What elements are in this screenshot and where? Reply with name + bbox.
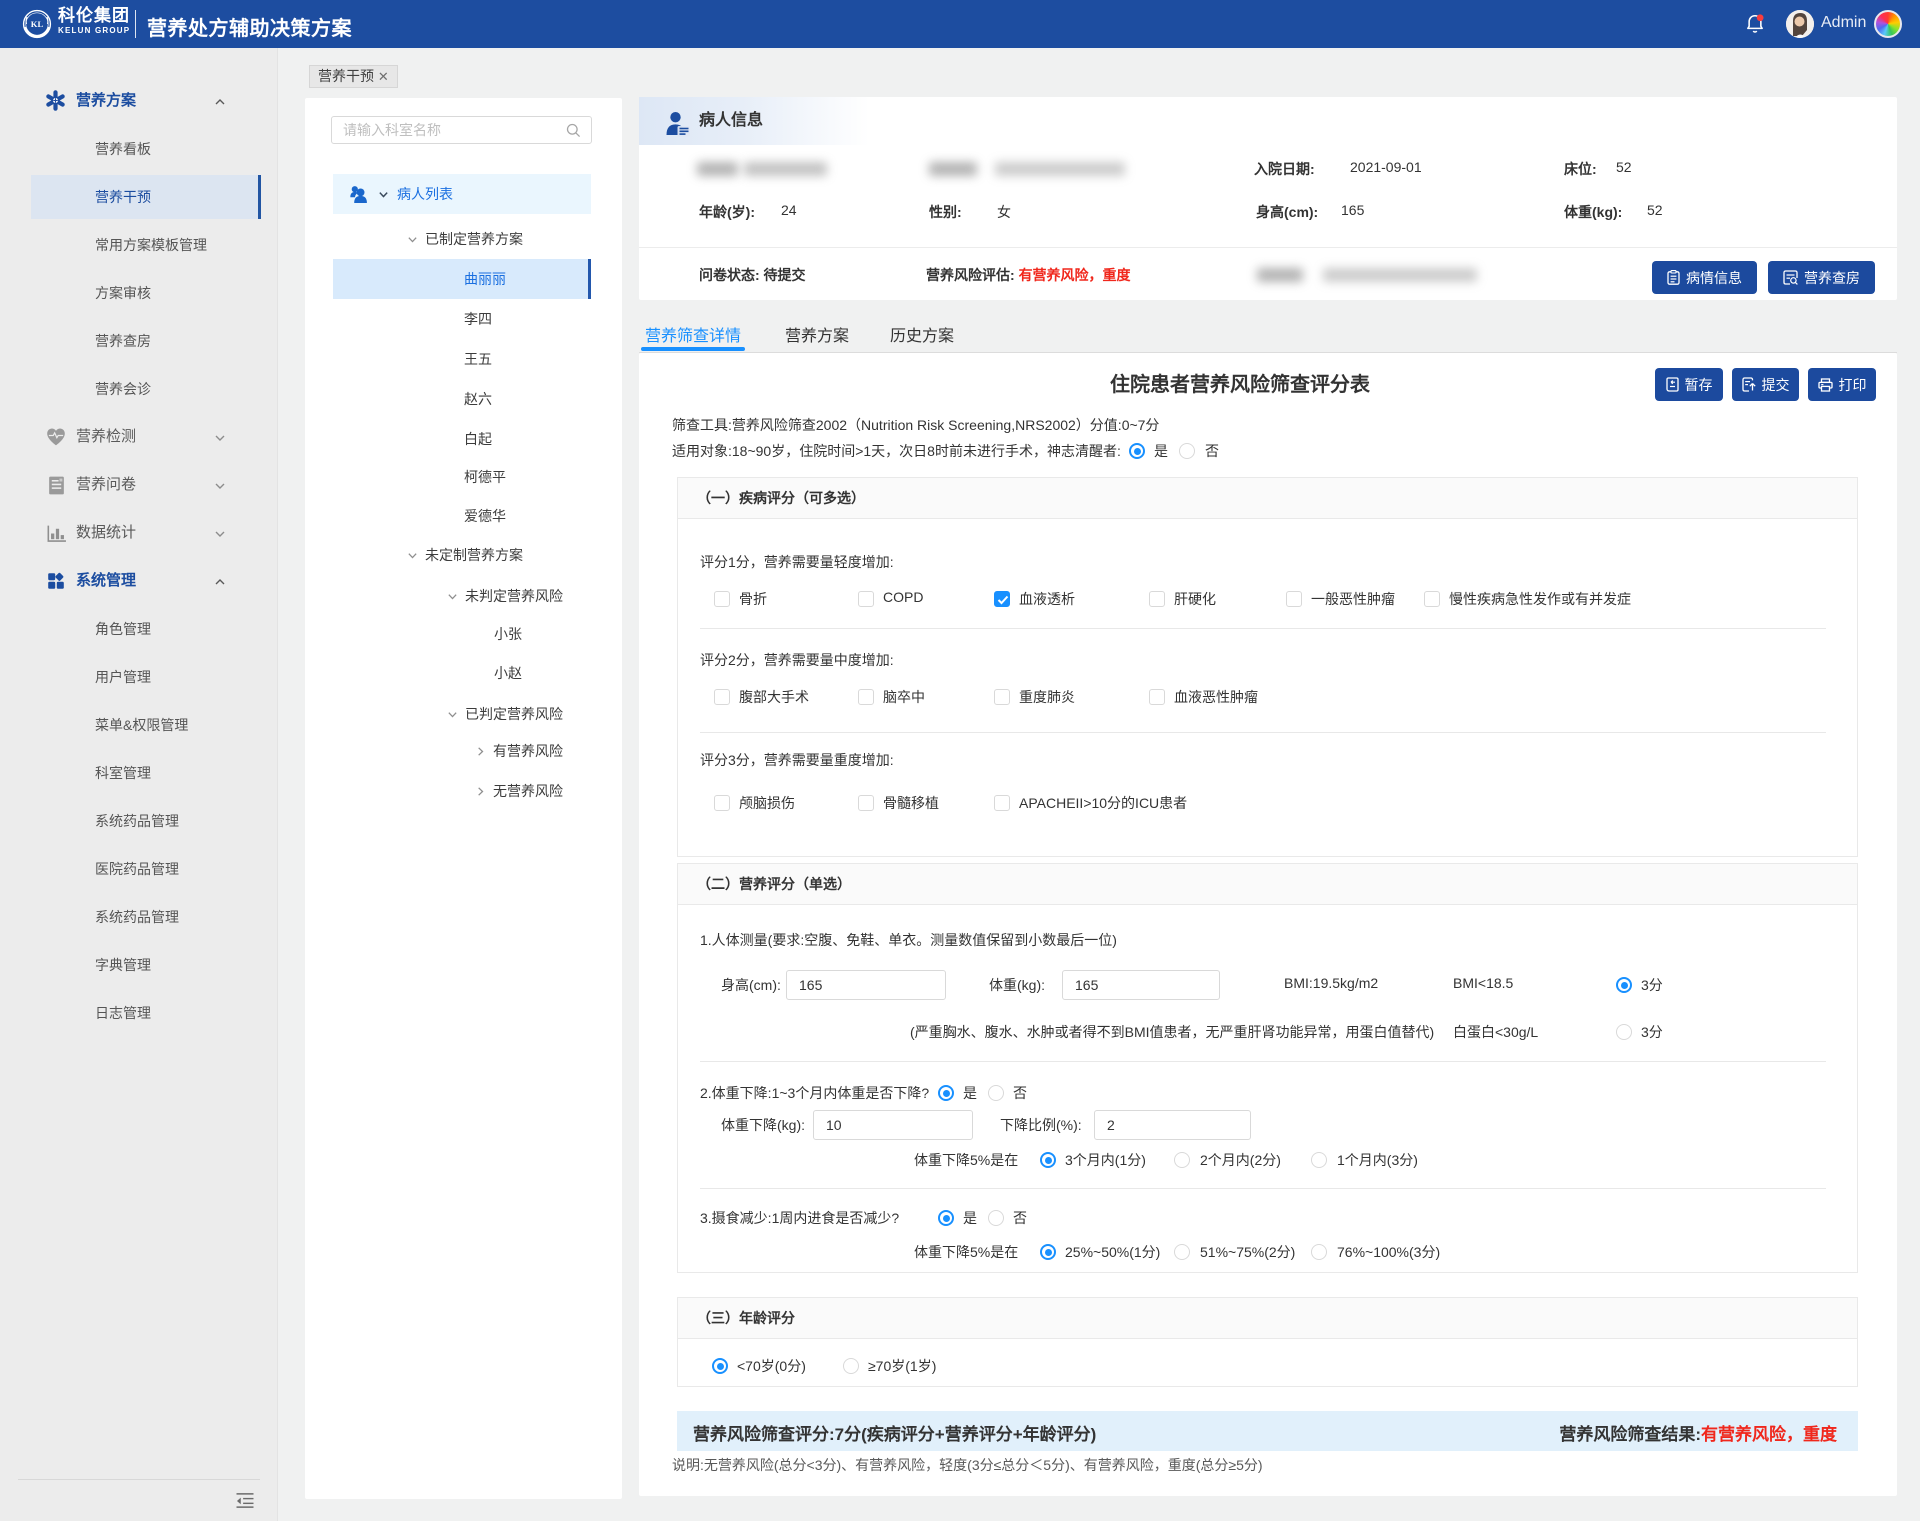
svg-text:KL: KL <box>31 19 44 29</box>
